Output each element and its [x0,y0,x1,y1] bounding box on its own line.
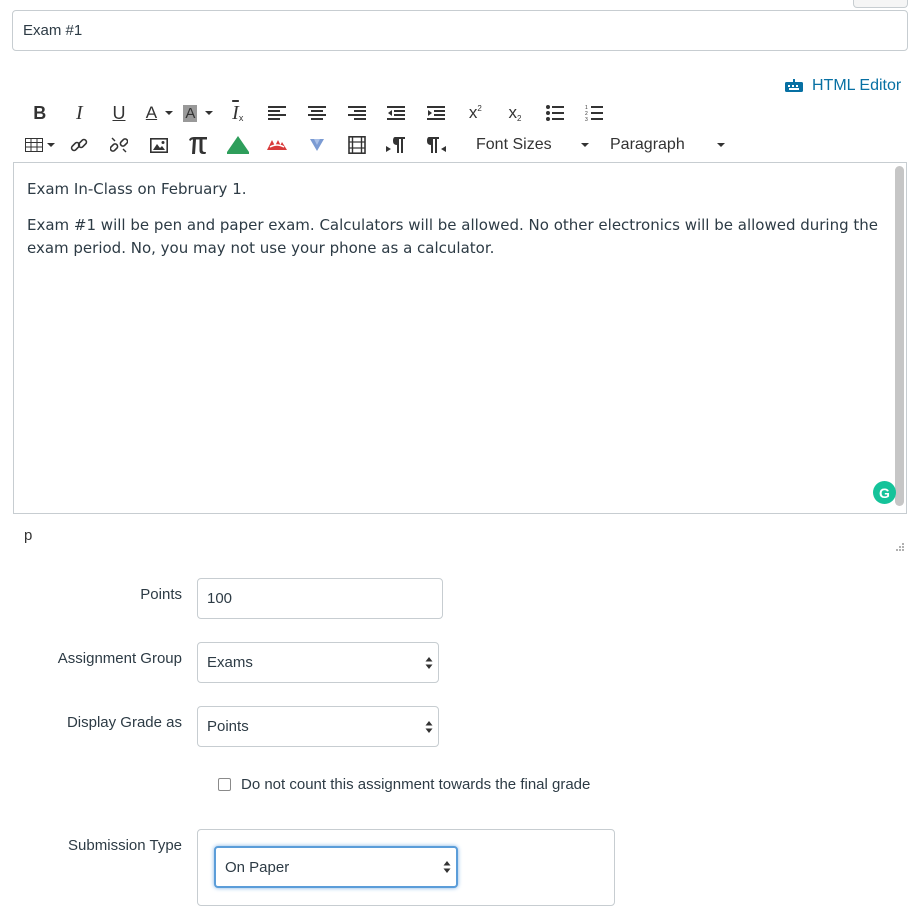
select-arrows-icon [443,861,451,873]
toolbar-row-2 [20,131,456,159]
top-tab [853,0,908,8]
display-grade-value: Points [207,718,249,735]
resize-handle-icon[interactable] [893,540,905,552]
align-right-icon [347,106,366,120]
editor-paragraph: Exam In-Class on February 1. [27,180,247,198]
points-input[interactable] [197,578,443,619]
table-button[interactable] [20,131,60,159]
select-arrows-icon [425,656,433,669]
v-icon [309,139,324,151]
italic-button[interactable]: I [60,99,100,127]
clear-formatting-label: I [232,101,239,124]
numbered-list-button[interactable]: 123 [574,99,614,127]
subscript-button[interactable]: x2 [495,99,535,127]
editor-paragraph: Exam #1 will be pen and paper exam. Calc… [27,216,879,257]
background-color-button[interactable]: A [178,99,218,127]
background-color-label: A [183,104,198,122]
editor-scrollbar[interactable] [895,166,904,506]
clear-x-icon: x [238,113,244,123]
table-icon [25,138,43,152]
cloud-icon [267,140,288,150]
grammarly-letter: G [879,484,890,501]
select-arrows-icon [425,720,433,733]
outdent-icon [387,106,406,120]
ltr-pilcrow-icon [386,137,406,153]
superscript-label: x [468,103,478,122]
display-grade-select[interactable]: Points [197,706,439,747]
align-center-icon [307,106,326,120]
bullet-list-icon [545,105,564,121]
editor-content[interactable]: Exam In-Class on February 1. Exam #1 wil… [14,163,906,288]
cloud-button[interactable] [258,131,298,159]
subscript-mark-icon: 2 [516,113,522,123]
image-icon [149,137,168,153]
superscript-mark-icon: 2 [477,103,482,113]
points-label: Points [140,586,182,603]
rich-text-editor[interactable]: Exam In-Class on February 1. Exam #1 wil… [13,162,907,514]
chevron-down-icon [204,111,213,115]
assignment-group-select[interactable]: Exams [197,642,439,683]
font-sizes-dropdown[interactable]: Font Sizes [476,131,594,159]
underline-button[interactable]: U [99,99,139,127]
html-editor-label: HTML Editor [812,77,902,94]
triangle-icon [226,136,249,154]
chevron-down-icon [581,143,589,147]
math-button[interactable] [178,131,218,159]
indent-icon [426,106,445,120]
image-button[interactable] [139,131,179,159]
media-button[interactable] [337,131,377,159]
italic-label: I [76,101,83,124]
element-path[interactable]: p [24,527,32,544]
rtl-button[interactable] [416,131,456,159]
text-color-button[interactable]: A [139,99,179,127]
subscript-label: x [508,103,517,122]
toolbar-row-1: B I U A A Ix x2 x2 123 [20,99,614,127]
paragraph-format-dropdown[interactable]: Paragraph [610,131,730,159]
outdent-button[interactable] [376,99,416,127]
submission-type-label: Submission Type [68,837,182,854]
film-icon [347,136,366,154]
clear-formatting-button[interactable]: Ix [218,99,258,127]
underline-label: U [112,102,126,123]
omit-from-final-row: Do not count this assignment towards the… [218,776,590,793]
assignment-group-label: Assignment Group [57,650,182,667]
canvas-apps-button[interactable] [218,131,258,159]
grammarly-icon[interactable]: G [873,481,896,504]
svg-text:3: 3 [585,117,588,122]
assignment-title-input[interactable] [12,10,908,51]
omit-from-final-label[interactable]: Do not count this assignment towards the… [241,776,590,793]
dropdown-apps-button[interactable] [297,131,337,159]
bold-button[interactable]: B [20,99,60,127]
omit-from-final-checkbox[interactable] [218,778,231,791]
submission-type-select[interactable]: On Paper [214,846,458,888]
ltr-button[interactable] [376,131,416,159]
rtl-pilcrow-icon [426,137,446,153]
chevron-down-icon [46,143,55,147]
link-icon [71,138,88,152]
display-grade-label: Display Grade as [66,714,182,731]
paragraph-format-label: Paragraph [610,136,685,153]
keyboard-icon [785,79,803,92]
superscript-button[interactable]: x2 [456,99,496,127]
unlink-button[interactable] [99,131,139,159]
pi-icon [189,137,208,154]
link-button[interactable] [60,131,100,159]
html-editor-link[interactable]: HTML Editor [784,76,901,96]
align-right-button[interactable] [337,99,377,127]
text-color-label: A [145,103,158,122]
font-sizes-label: Font Sizes [476,136,552,153]
bullet-list-button[interactable] [535,99,575,127]
assignment-group-value: Exams [207,654,253,671]
submission-type-value: On Paper [225,858,290,876]
indent-button[interactable] [416,99,456,127]
unlink-icon [109,137,128,153]
align-left-button[interactable] [258,99,298,127]
chevron-down-icon [165,111,174,115]
numbered-list-icon: 123 [585,105,604,122]
align-left-icon [268,106,287,120]
chevron-down-icon [717,143,725,147]
bold-label: B [33,102,47,123]
align-center-button[interactable] [297,99,337,127]
